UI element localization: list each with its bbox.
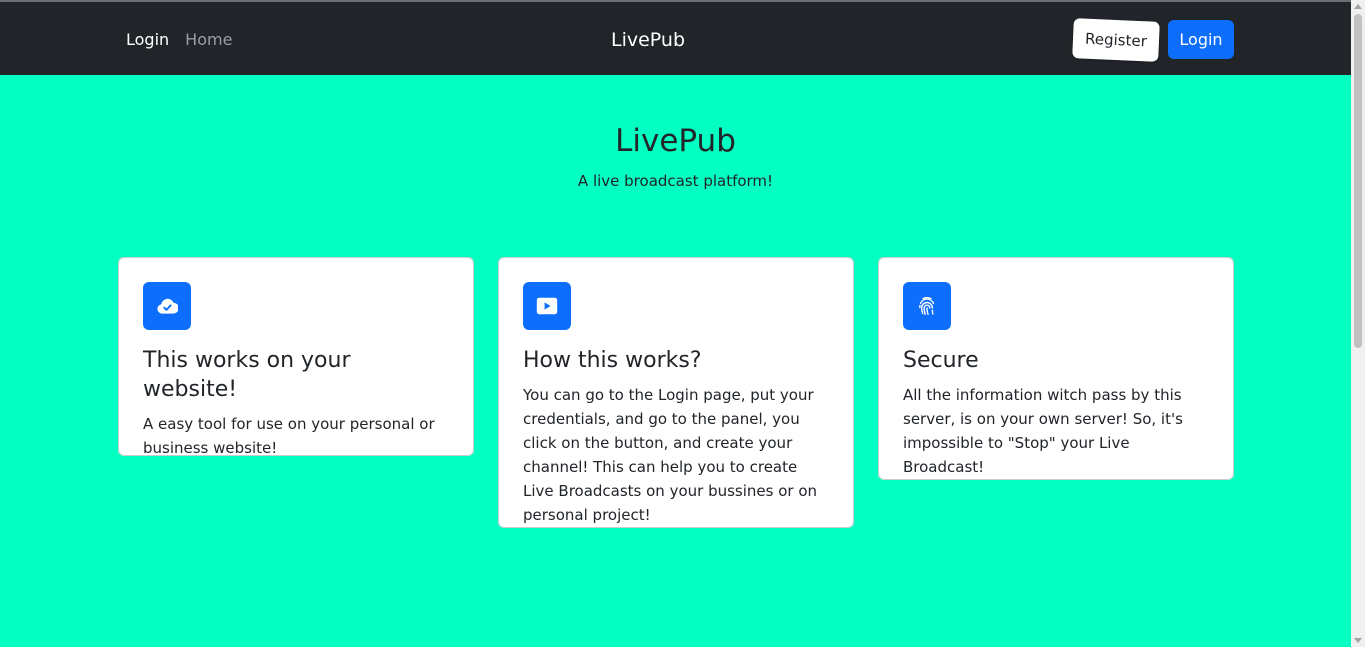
vertical-scrollbar[interactable] [1351,0,1365,647]
hero-subtitle: A live broadcast platform! [577,172,774,190]
register-button[interactable]: Register [1072,18,1160,62]
navbar: Login Home LivePub Register Login [0,2,1351,75]
feature-card-how-it-works: How this works? You can go to the Login … [498,257,854,528]
card-title: Secure [903,348,979,373]
cloud-check-icon [143,282,191,330]
card-text: All the information witch pass by this s… [903,386,1183,476]
nav-link-login[interactable]: Login [126,30,169,49]
nav-link-home[interactable]: Home [185,30,232,49]
scrollbar-thumb[interactable] [1354,14,1362,348]
card-text: You can go to the Login page, put your c… [523,386,818,524]
feature-card-secure: Secure All the information witch pass by… [878,257,1234,480]
navbar-brand[interactable]: LivePub [611,29,685,51]
nav-links: Login Home [126,30,232,49]
play-button-icon [523,282,571,330]
scroll-up-arrow-icon[interactable] [1354,4,1362,9]
hero-title: LivePub [615,123,736,159]
scroll-down-arrow-icon[interactable] [1354,638,1362,643]
feature-card-website: This works on your website! A easy tool … [118,257,474,457]
card-title: How this works? [523,348,702,373]
card-text: A easy tool for use on your personal or … [143,415,435,457]
card-title: This works on your website! [143,348,351,402]
login-button[interactable]: Login [1168,20,1234,59]
fingerprint-icon [903,282,951,330]
